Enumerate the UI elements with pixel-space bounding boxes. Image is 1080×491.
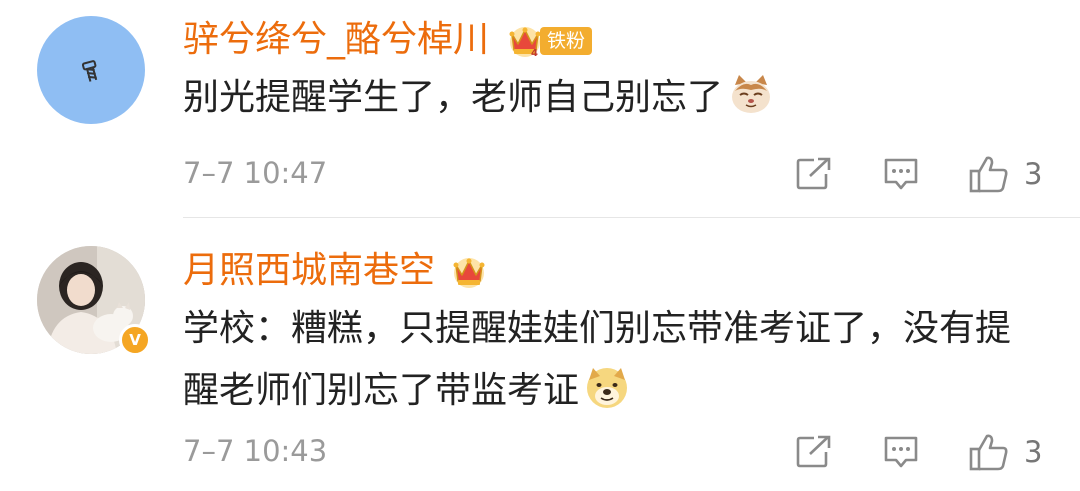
doge-emoji	[587, 368, 628, 408]
comment-text: 别光提醒学生了，老师自己别忘了	[183, 67, 1043, 129]
fan-badge: 铁粉	[540, 27, 593, 55]
action-bar: 3	[790, 154, 1050, 194]
reply-icon	[884, 158, 918, 190]
like-count: 3	[1024, 157, 1043, 191]
like-icon	[969, 434, 1008, 471]
share-icon	[796, 435, 831, 468]
crown-icon: 4	[509, 27, 541, 58]
comment-item: 骍兮绛兮_酪兮棹川 4 铁粉 别光提醒学生了，老师自己别忘了 7–7 10:47	[0, 0, 1080, 218]
action-bar: 3	[790, 432, 1050, 472]
comment-item: V 月照西城南巷空 学校：糟糕，只提醒娃娃们别忘带准考证了，没有提醒老师们别忘了…	[0, 218, 1080, 491]
like-icon	[969, 156, 1008, 193]
reply-icon	[884, 436, 918, 468]
username[interactable]: 骍兮绛兮_酪兮棹川	[183, 18, 489, 62]
reply-button[interactable]	[882, 432, 920, 472]
share-icon	[796, 157, 831, 190]
like-button[interactable]: 3	[968, 154, 1042, 194]
share-button[interactable]	[794, 432, 834, 472]
comment-text: 学校：糟糕，只提醒娃娃们别忘带准考证了，没有提醒老师们别忘了带监考证	[183, 308, 1012, 411]
like-count: 3	[1024, 435, 1043, 469]
share-button[interactable]	[794, 154, 834, 194]
reply-button[interactable]	[882, 154, 920, 194]
like-button[interactable]: 3	[968, 432, 1042, 472]
timestamp: 7–7 10:47	[183, 156, 328, 190]
avatar[interactable]	[37, 16, 145, 124]
svg-text:4: 4	[531, 48, 538, 58]
crown-icon	[453, 258, 485, 288]
cat-face-emoji	[732, 75, 771, 113]
timestamp: 7–7 10:43	[183, 434, 328, 468]
screw-icon	[81, 60, 98, 82]
username[interactable]: 月照西城南巷空	[183, 249, 435, 293]
avatar[interactable]: V	[37, 246, 151, 356]
verified-badge: V	[119, 324, 151, 356]
